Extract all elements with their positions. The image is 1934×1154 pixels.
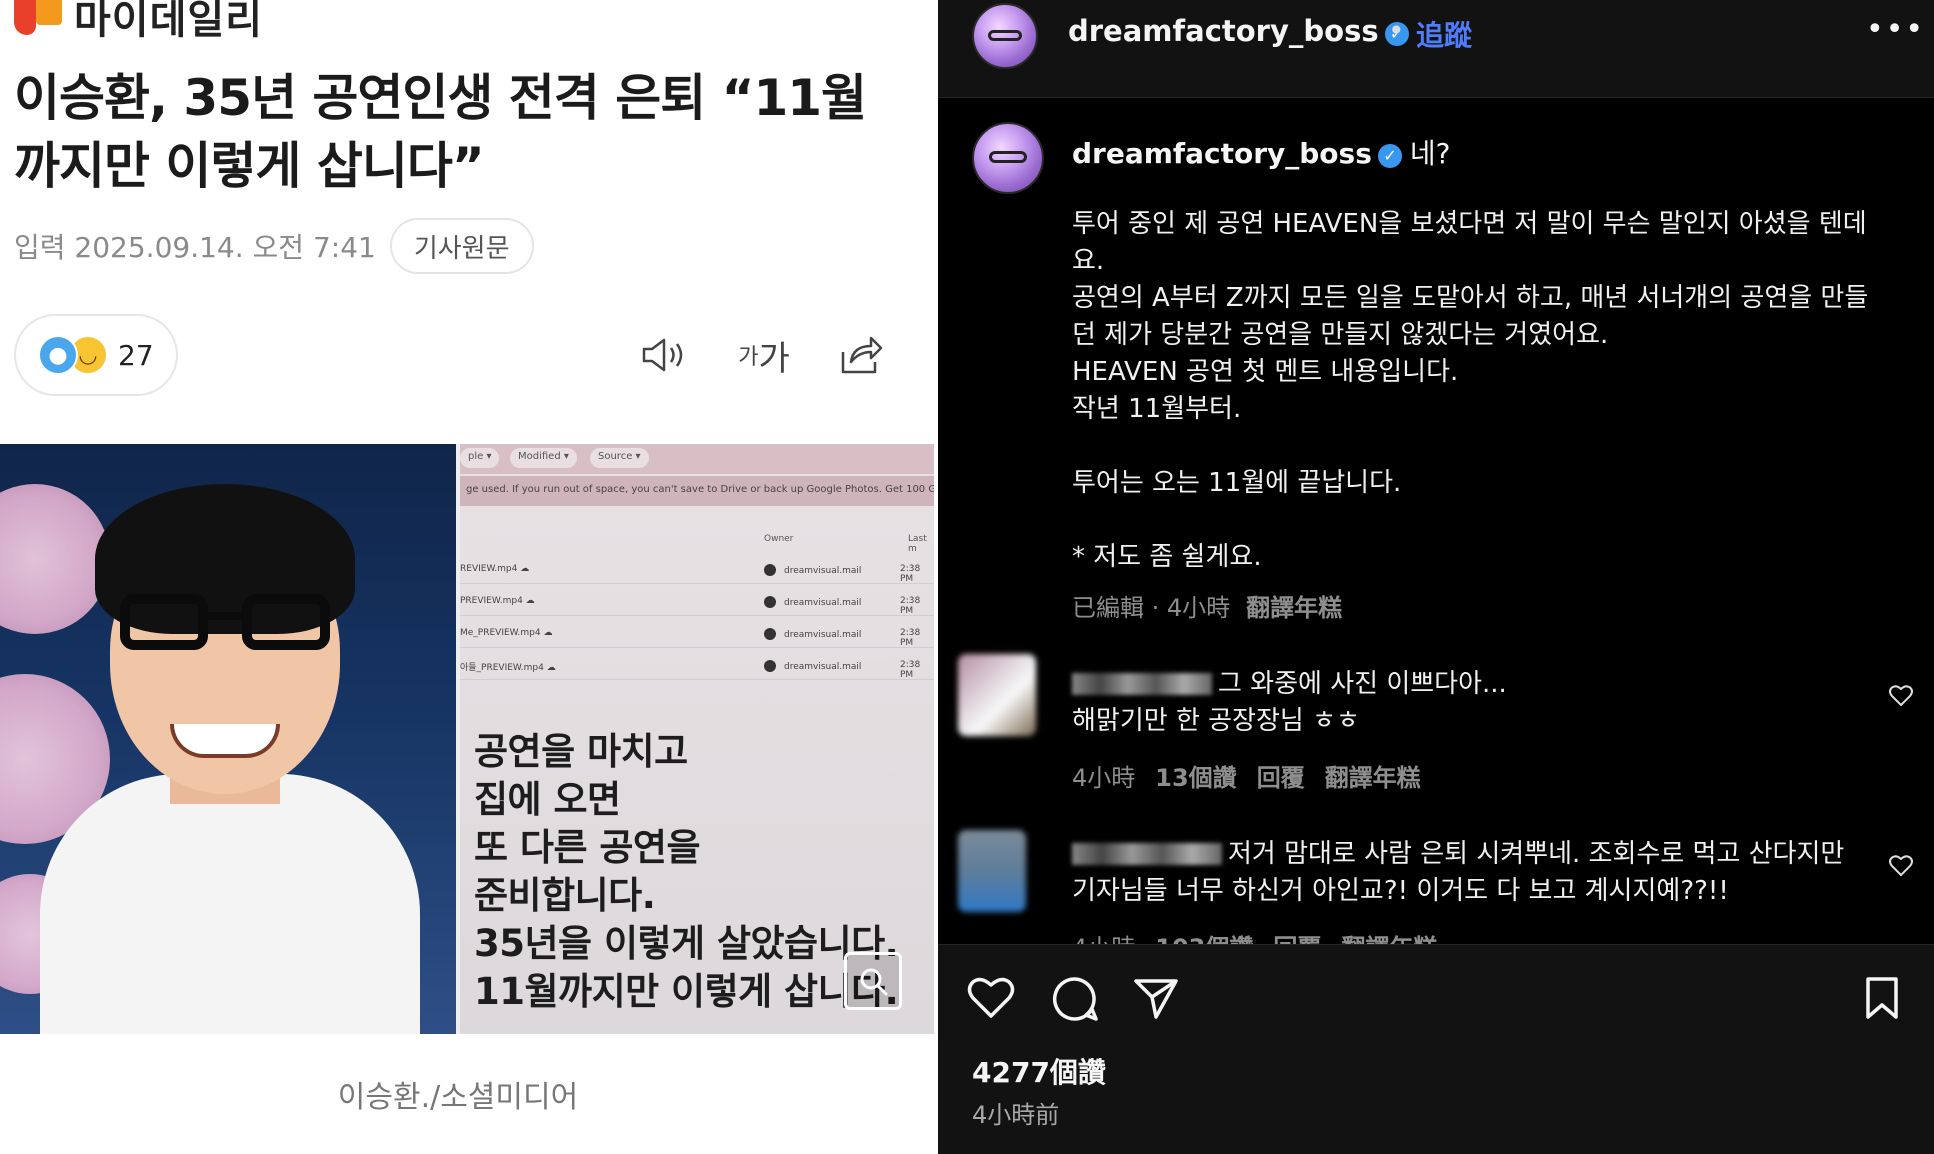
post-header: dreamfactory_boss ✓ • 追蹤 ••• [938, 0, 1934, 98]
drive-file-row: REVIEW.mp4 ☁ dreamvisual.mail 2:38 PM [460, 554, 934, 584]
original-article-button[interactable]: 기사원문 [389, 218, 534, 274]
comment-meta: 4小時 13個讚 回覆 翻譯年糕 [1072, 758, 1421, 793]
instagram-post-panel: dreamfactory_boss ✓ • 追蹤 ••• dreamfactory… [938, 0, 1934, 1154]
caption-edited-time: 已編輯 · 4小時 [1072, 594, 1231, 622]
drive-file-row: PREVIEW.mp4 ☁ dreamvisual.mail 2:38 PM [460, 586, 934, 616]
caption-header: dreamfactory_boss ✓ 네? [1072, 132, 1451, 172]
news-article-panel: 마이데일리 이승환, 35년 공연인생 전격 은퇴 “11월까지만 이렇게 삽니… [0, 0, 938, 1154]
photo-credit: 이승환./소셜미디어 [337, 1080, 579, 1115]
commenter-avatar[interactable] [958, 654, 1036, 736]
like-heart-icon[interactable] [966, 975, 1016, 1025]
article-headline: 이승환, 35년 공연인생 전격 은퇴 “11월까지만 이렇게 삽니다” [14, 69, 867, 195]
caption-lead-text: 네? [1409, 137, 1451, 170]
font-size-small-glyph: 가 [738, 345, 759, 370]
comment-text-wrap: 저거 맘대로 사람 은퇴 시켜뿌네. 조회수로 먹고 산다지만 기자님들 너무 … [1072, 836, 1852, 910]
caption-meta: 已編輯 · 4小時 翻譯年糕 [1072, 588, 1342, 623]
article-photo[interactable]: ple ▾ Modified ▾ Source ▾ ge used. If yo… [0, 444, 934, 1034]
separator-dot: • [1388, 14, 1405, 47]
font-size-large-glyph: 가 [758, 338, 790, 379]
caption-avatar[interactable] [972, 122, 1044, 194]
comment-likes[interactable]: 13個讚 [1155, 764, 1236, 792]
drive-filter-chip: Modified ▾ [510, 448, 577, 468]
singer-photo [0, 444, 456, 1034]
drive-screenshot-photo: ple ▾ Modified ▾ Source ▾ ge used. If yo… [460, 444, 934, 1034]
drive-filter-chip: ple ▾ [460, 448, 500, 468]
drive-file-row: Me_PREVIEW.mp4 ☁ dreamvisual.mail 2:38 PM [460, 618, 934, 648]
drive-filter-bar: ple ▾ Modified ▾ Source ▾ [460, 444, 934, 474]
header-username[interactable]: dreamfactory_boss ✓ [1068, 14, 1409, 48]
comment-time: 4小時 [1072, 764, 1136, 792]
translate-button[interactable]: 翻譯年糕 [1325, 764, 1421, 792]
surprised-emoji-icon: ● [38, 335, 78, 375]
blurred-username[interactable] [1072, 673, 1212, 695]
more-options-icon[interactable]: ••• [1866, 12, 1925, 47]
publisher-logo-mark [14, 0, 64, 41]
article-meta: 입력 2025.09.14. 오전 7:41 기사원문 [14, 218, 534, 274]
comment-like-heart-icon[interactable] [1888, 854, 1914, 882]
send-paper-plane-icon[interactable] [1132, 975, 1180, 1025]
font-size-button[interactable]: 가가 [734, 330, 794, 380]
comment-like-heart-icon[interactable] [1888, 684, 1914, 712]
blurred-username[interactable] [1072, 843, 1222, 865]
drive-storage-warning: ge used. If you run out of space, you ca… [460, 476, 934, 506]
like-count[interactable]: 4277個讚 [972, 1051, 1106, 1091]
speaker-icon[interactable] [636, 330, 692, 380]
translate-button[interactable]: 翻譯年糕 [1246, 594, 1342, 622]
publisher-logo-text: 마이데일리 [74, 0, 263, 43]
smile-graphic [170, 724, 280, 758]
drive-file-row: 아들_PREVIEW.mp4 ☁ dreamvisual.mail 2:38 PM [460, 650, 934, 680]
bookmark-save-icon[interactable] [1862, 975, 1902, 1025]
comment-bubble-icon[interactable] [1050, 975, 1100, 1027]
share-icon[interactable] [832, 330, 888, 380]
article-date: 입력 2025.09.14. 오전 7:41 [14, 231, 376, 264]
zoom-icon[interactable] [844, 952, 902, 1010]
verified-badge-icon: ✓ [1377, 144, 1402, 168]
drive-header-last-modified: Last m [908, 534, 927, 554]
caption-username[interactable]: dreamfactory_boss [1072, 137, 1372, 170]
publisher-logo[interactable]: 마이데일리 [14, 0, 263, 46]
post-action-bar: 4277個讚 4小時前 [938, 944, 1934, 1154]
comment-text-wrap: 그 와중에 사진 이쁘다아... 해맑기만 한 공장장님 ㅎㅎ [1072, 666, 1852, 740]
posted-time: 4小時前 [972, 1101, 1060, 1129]
caption-body: 투어 중인 제 공연 HEAVEN을 보셨다면 저 말이 무슨 말인지 아셨을 … [1072, 209, 1869, 572]
drive-filter-chip: Source ▾ [590, 448, 649, 468]
glasses-graphic [120, 594, 330, 654]
photo-overlay-caption: 공연을 마치고 집에 오면 또 다른 공연을 준비합니다. 35년을 이렇게 살… [474, 730, 899, 1013]
follow-button[interactable]: 追蹤 [1416, 14, 1472, 54]
avatar[interactable] [972, 3, 1038, 69]
reply-button[interactable]: 回覆 [1257, 764, 1305, 792]
commenter-avatar[interactable] [958, 830, 1026, 912]
drive-header-owner: Owner [764, 534, 794, 544]
reaction-count: 27 [118, 338, 154, 372]
singer-shirt [40, 774, 420, 1034]
reaction-button[interactable]: ● ◡ 27 [14, 314, 178, 396]
